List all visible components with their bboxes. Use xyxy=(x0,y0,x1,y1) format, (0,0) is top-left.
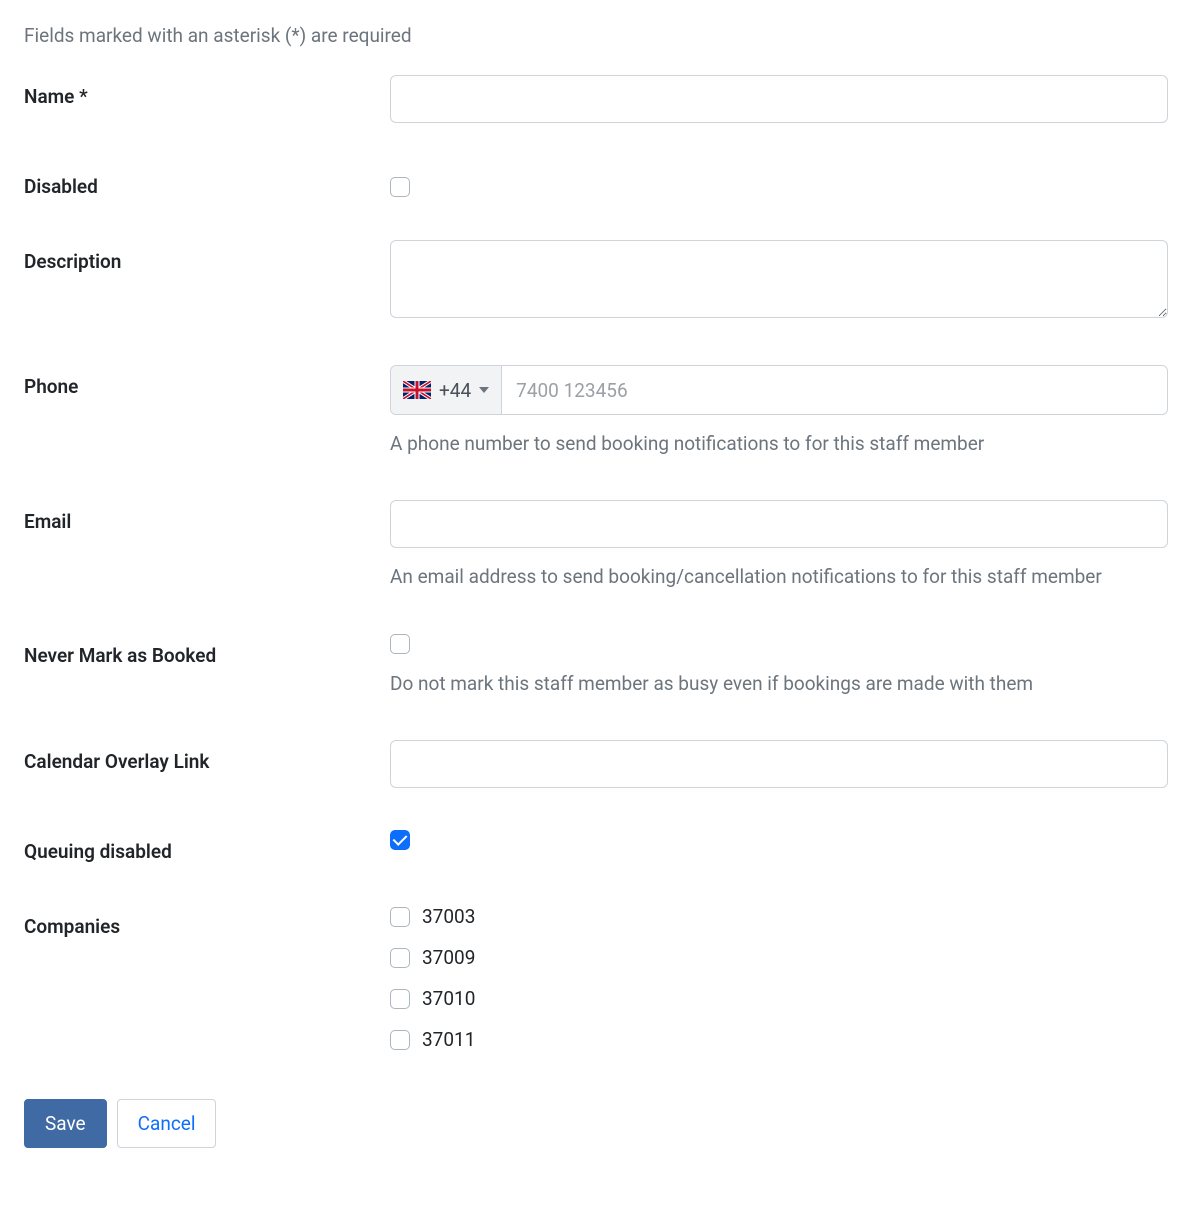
company-checkbox[interactable] xyxy=(390,989,410,1009)
phone-help-text: A phone number to send booking notificat… xyxy=(390,429,1168,458)
company-label: 37009 xyxy=(422,946,475,969)
company-item: 37009 xyxy=(390,946,1168,969)
row-queuing-disabled: Queuing disabled xyxy=(24,830,1168,863)
email-input[interactable] xyxy=(390,500,1168,548)
label-name: Name * xyxy=(24,75,390,108)
label-email: Email xyxy=(24,500,390,533)
row-companies: Companies 37003 37009 37010 37011 xyxy=(24,905,1168,1069)
email-help-text: An email address to send booking/cancell… xyxy=(390,562,1168,591)
row-description: Description xyxy=(24,240,1168,323)
phone-prefix-text: +44 xyxy=(439,379,471,402)
phone-input[interactable] xyxy=(502,366,1167,414)
uk-flag-icon xyxy=(403,381,431,399)
company-checkbox[interactable] xyxy=(390,948,410,968)
queuing-disabled-checkbox[interactable] xyxy=(390,830,410,850)
label-calendar-overlay: Calendar Overlay Link xyxy=(24,740,390,773)
label-description: Description xyxy=(24,240,390,273)
disabled-checkbox[interactable] xyxy=(390,177,410,197)
never-booked-checkbox[interactable] xyxy=(390,634,410,654)
company-label: 37011 xyxy=(422,1028,475,1051)
button-row: Save Cancel xyxy=(24,1099,1168,1148)
company-label: 37003 xyxy=(422,905,475,928)
row-email: Email An email address to send booking/c… xyxy=(24,500,1168,591)
save-button[interactable]: Save xyxy=(24,1099,107,1148)
company-item: 37003 xyxy=(390,905,1168,928)
company-item: 37011 xyxy=(390,1028,1168,1051)
company-checkbox[interactable] xyxy=(390,907,410,927)
row-phone: Phone +44 A phone number to send booking xyxy=(24,365,1168,458)
label-never-booked: Never Mark as Booked xyxy=(24,634,390,667)
company-label: 37010 xyxy=(422,987,475,1010)
row-disabled: Disabled xyxy=(24,165,1168,198)
row-calendar-overlay: Calendar Overlay Link xyxy=(24,740,1168,788)
company-item: 37010 xyxy=(390,987,1168,1010)
phone-country-selector[interactable]: +44 xyxy=(391,366,502,414)
required-fields-note: Fields marked with an asterisk (*) are r… xyxy=(24,24,1168,47)
chevron-down-icon xyxy=(479,387,489,393)
calendar-overlay-input[interactable] xyxy=(390,740,1168,788)
cancel-button[interactable]: Cancel xyxy=(117,1099,217,1148)
label-queuing-disabled: Queuing disabled xyxy=(24,830,390,863)
company-checkbox[interactable] xyxy=(390,1030,410,1050)
name-input[interactable] xyxy=(390,75,1168,123)
label-disabled: Disabled xyxy=(24,165,390,198)
label-phone: Phone xyxy=(24,365,390,398)
never-booked-help-text: Do not mark this staff member as busy ev… xyxy=(390,669,1168,698)
description-textarea[interactable] xyxy=(390,240,1168,318)
row-never-booked: Never Mark as Booked Do not mark this st… xyxy=(24,634,1168,698)
label-companies: Companies xyxy=(24,905,390,938)
phone-input-group: +44 xyxy=(390,365,1168,415)
row-name: Name * xyxy=(24,75,1168,123)
